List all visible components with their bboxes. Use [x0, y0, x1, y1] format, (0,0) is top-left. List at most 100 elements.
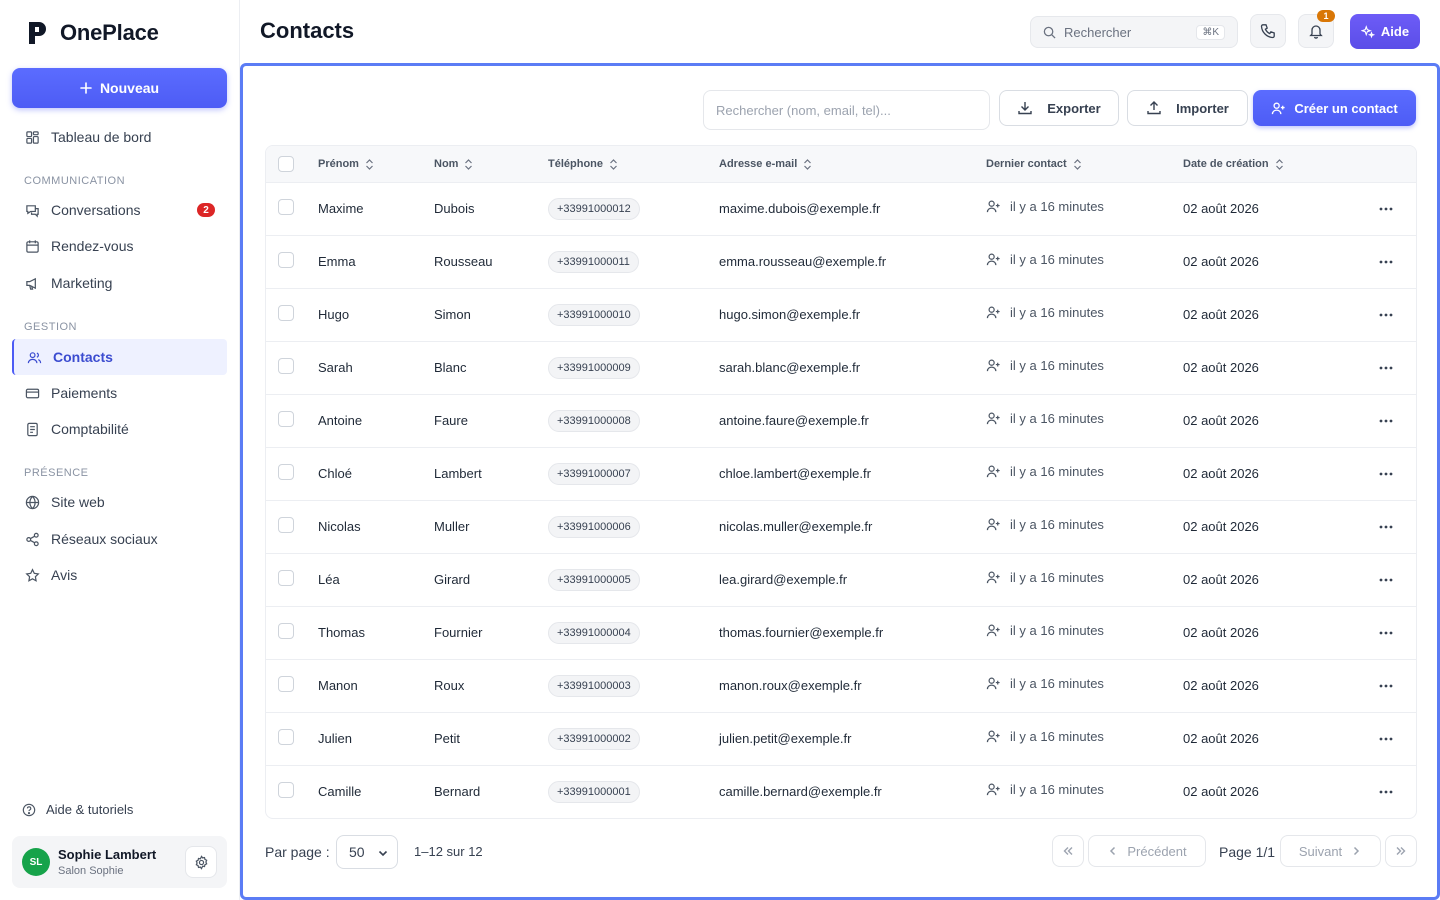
- row-checkbox[interactable]: [278, 517, 294, 533]
- row-actions-button[interactable]: [1377, 624, 1395, 642]
- sidebar-item-label: Rendez-vous: [51, 238, 134, 254]
- settings-button[interactable]: [185, 846, 217, 878]
- user-card[interactable]: SL Sophie Lambert Salon Sophie: [12, 836, 227, 888]
- row-actions-button[interactable]: [1377, 783, 1395, 801]
- sidebar-item-payments[interactable]: Paiements: [12, 375, 227, 411]
- email[interactable]: julien.petit@exemple.fr: [719, 731, 851, 746]
- table-row[interactable]: Maxime Dubois +33991000012 maxime.dubois…: [266, 183, 1416, 236]
- row-checkbox[interactable]: [278, 464, 294, 480]
- phone-pill[interactable]: +33991000010: [548, 304, 640, 326]
- phone-button[interactable]: [1250, 14, 1286, 48]
- first-page-button[interactable]: [1052, 835, 1084, 867]
- column-header-first-name[interactable]: Prénom: [318, 158, 374, 170]
- email[interactable]: nicolas.muller@exemple.fr: [719, 519, 872, 534]
- phone-pill[interactable]: +33991000004: [548, 622, 640, 644]
- row-actions-button[interactable]: [1377, 306, 1395, 324]
- export-button[interactable]: Exporter: [999, 90, 1119, 126]
- per-page-select[interactable]: 50: [336, 835, 398, 869]
- sidebar-item-dashboard[interactable]: Tableau de bord: [12, 119, 227, 155]
- table-row[interactable]: Emma Rousseau +33991000011 emma.rousseau…: [266, 236, 1416, 289]
- last-page-button[interactable]: [1385, 835, 1417, 867]
- row-actions-button[interactable]: [1377, 730, 1395, 748]
- row-actions-button[interactable]: [1377, 200, 1395, 218]
- table-row[interactable]: Camille Bernard +33991000001 camille.ber…: [266, 766, 1416, 818]
- row-actions-button[interactable]: [1377, 412, 1395, 430]
- row-checkbox[interactable]: [278, 411, 294, 427]
- row-checkbox[interactable]: [278, 252, 294, 268]
- phone-pill[interactable]: +33991000008: [548, 410, 640, 432]
- row-actions-button[interactable]: [1377, 465, 1395, 483]
- sidebar-item-appointments[interactable]: Rendez-vous: [12, 228, 227, 264]
- table-row[interactable]: Hugo Simon +33991000010 hugo.simon@exemp…: [266, 289, 1416, 342]
- sidebar-item-reviews[interactable]: Avis: [12, 557, 227, 593]
- table-row[interactable]: Nicolas Muller +33991000006 nicolas.mull…: [266, 501, 1416, 554]
- column-header-last-contact[interactable]: Dernier contact: [986, 158, 1082, 170]
- table-row[interactable]: Julien Petit +33991000002 julien.petit@e…: [266, 713, 1416, 766]
- table-row[interactable]: Antoine Faure +33991000008 antoine.faure…: [266, 395, 1416, 448]
- email[interactable]: antoine.faure@exemple.fr: [719, 413, 869, 428]
- row-checkbox[interactable]: [278, 199, 294, 215]
- column-header-created[interactable]: Date de création: [1183, 158, 1284, 170]
- email[interactable]: maxime.dubois@exemple.fr: [719, 201, 880, 216]
- column-header-email[interactable]: Adresse e-mail: [719, 158, 812, 170]
- help-tutorials-link[interactable]: Aide & tutoriels: [22, 802, 133, 817]
- sidebar-item-accounting[interactable]: Comptabilité: [12, 411, 227, 447]
- row-checkbox[interactable]: [278, 782, 294, 798]
- row-checkbox[interactable]: [278, 729, 294, 745]
- help-button[interactable]: Aide: [1350, 14, 1420, 49]
- email[interactable]: emma.rousseau@exemple.fr: [719, 254, 886, 269]
- row-checkbox[interactable]: [278, 570, 294, 586]
- table-row[interactable]: Manon Roux +33991000003 manon.roux@exemp…: [266, 660, 1416, 713]
- notifications-button[interactable]: 1: [1298, 10, 1335, 48]
- row-checkbox[interactable]: [278, 623, 294, 639]
- row-actions-button[interactable]: [1377, 253, 1395, 271]
- table-row[interactable]: Thomas Fournier +33991000004 thomas.four…: [266, 607, 1416, 660]
- email[interactable]: camille.bernard@exemple.fr: [719, 784, 882, 799]
- column-header-phone[interactable]: Téléphone: [548, 158, 618, 170]
- table-row[interactable]: Chloé Lambert +33991000007 chloe.lambert…: [266, 448, 1416, 501]
- import-button[interactable]: Importer: [1127, 90, 1248, 126]
- sidebar-item-website[interactable]: Site web: [12, 484, 227, 520]
- app-logo[interactable]: OnePlace: [26, 20, 159, 46]
- next-page-button[interactable]: Suivant: [1280, 835, 1381, 867]
- phone-pill[interactable]: +33991000003: [548, 675, 640, 697]
- user-plus-icon: [986, 518, 1000, 531]
- email[interactable]: lea.girard@exemple.fr: [719, 572, 847, 587]
- column-header-last-name[interactable]: Nom: [434, 158, 473, 170]
- import-label: Importer: [1176, 100, 1229, 116]
- row-actions-button[interactable]: [1377, 677, 1395, 695]
- row-actions-button[interactable]: [1377, 518, 1395, 536]
- email[interactable]: thomas.fournier@exemple.fr: [719, 625, 883, 640]
- row-checkbox[interactable]: [278, 676, 294, 692]
- phone-pill[interactable]: +33991000006: [548, 516, 640, 538]
- email[interactable]: chloe.lambert@exemple.fr: [719, 466, 871, 481]
- more-icon: [1379, 737, 1393, 741]
- sidebar-item-conversations[interactable]: Conversations 2: [12, 192, 227, 228]
- row-actions-button[interactable]: [1377, 359, 1395, 377]
- table-row[interactable]: Léa Girard +33991000005 lea.girard@exemp…: [266, 554, 1416, 607]
- phone-pill[interactable]: +33991000012: [548, 198, 640, 220]
- row-checkbox[interactable]: [278, 305, 294, 321]
- global-search-input[interactable]: Rechercher ⌘K: [1030, 16, 1238, 48]
- phone-pill[interactable]: +33991000011: [548, 251, 639, 273]
- previous-page-button[interactable]: Précédent: [1088, 835, 1206, 867]
- contact-search-input[interactable]: Rechercher (nom, email, tel)...: [703, 90, 990, 130]
- phone-pill[interactable]: +33991000002: [548, 728, 640, 750]
- table-row[interactable]: Sarah Blanc +33991000009 sarah.blanc@exe…: [266, 342, 1416, 395]
- email[interactable]: sarah.blanc@exemple.fr: [719, 360, 860, 375]
- create-contact-button[interactable]: Créer un contact: [1253, 90, 1416, 126]
- sidebar-item-social[interactable]: Réseaux sociaux: [12, 521, 227, 557]
- phone-pill[interactable]: +33991000001: [548, 781, 640, 803]
- new-button[interactable]: Nouveau: [12, 68, 227, 108]
- phone-pill[interactable]: +33991000007: [548, 463, 640, 485]
- select-all-checkbox[interactable]: [278, 156, 294, 172]
- phone-pill[interactable]: +33991000009: [548, 357, 640, 379]
- chevrons-right-icon: [1396, 847, 1406, 855]
- row-actions-button[interactable]: [1377, 571, 1395, 589]
- sidebar-item-contacts[interactable]: Contacts: [12, 339, 227, 375]
- row-checkbox[interactable]: [278, 358, 294, 374]
- sidebar-item-marketing[interactable]: Marketing: [12, 265, 227, 301]
- email[interactable]: manon.roux@exemple.fr: [719, 678, 862, 693]
- phone-pill[interactable]: +33991000005: [548, 569, 640, 591]
- email[interactable]: hugo.simon@exemple.fr: [719, 307, 860, 322]
